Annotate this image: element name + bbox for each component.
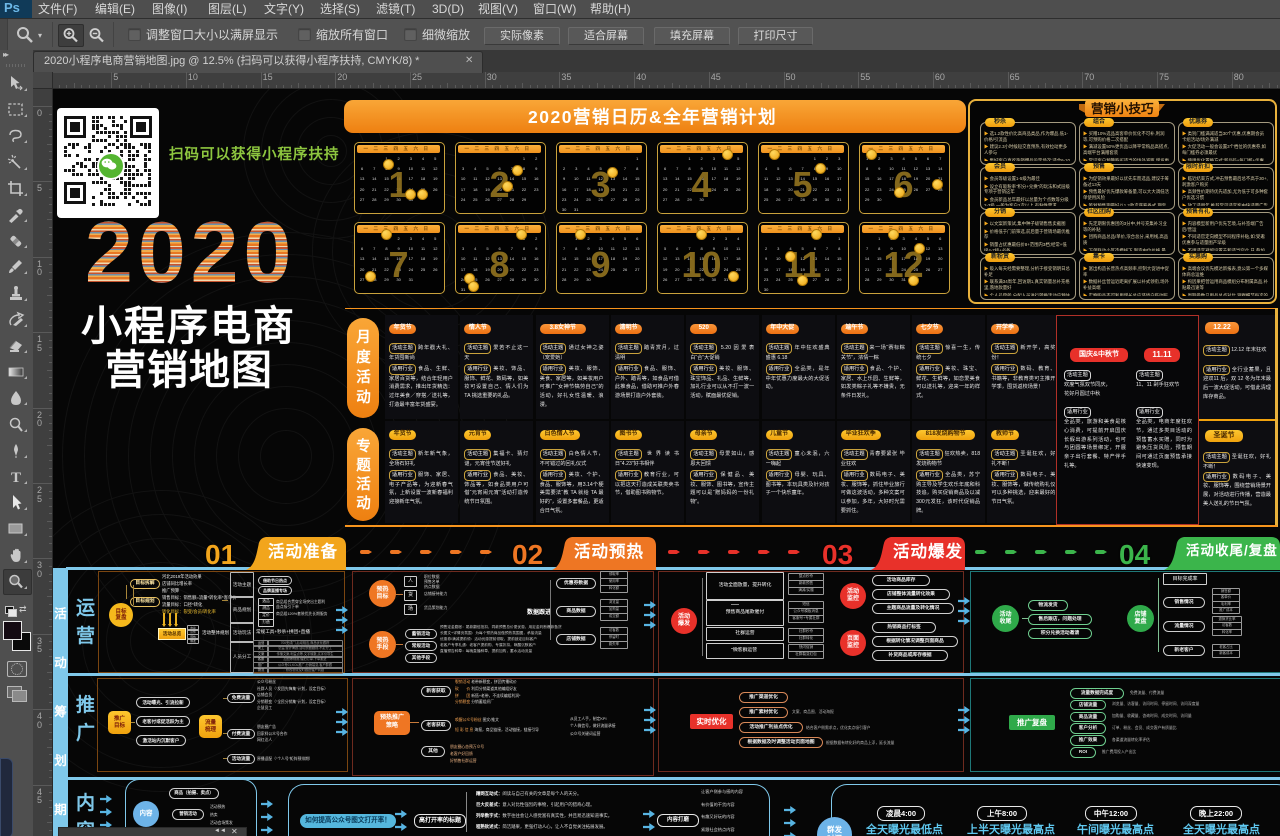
svg-text:T: T (11, 470, 21, 486)
